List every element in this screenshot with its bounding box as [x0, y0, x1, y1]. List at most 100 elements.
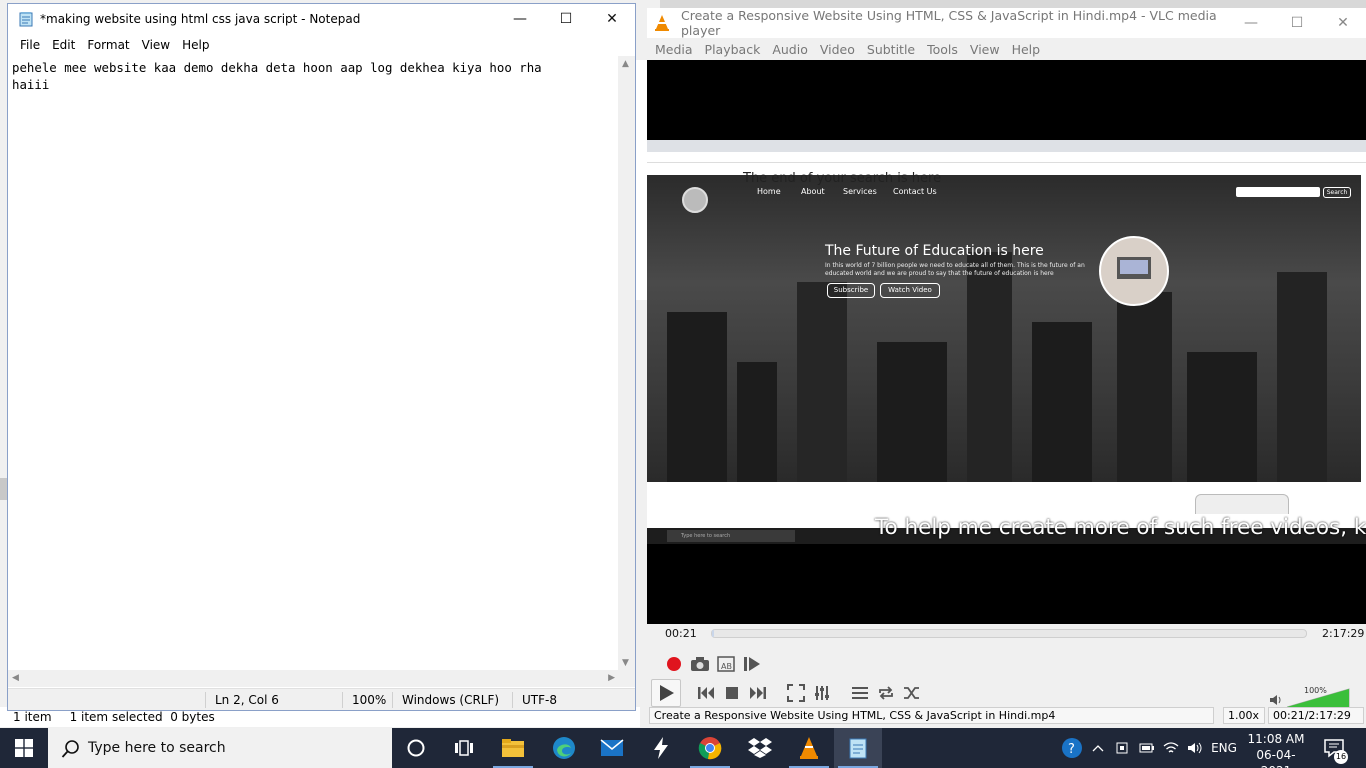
vlc-title: Create a Responsive Website Using HTML, …	[681, 8, 1217, 38]
menu-playback[interactable]: Playback	[699, 42, 767, 57]
taskbar-search-placeholder: Type here to search	[88, 740, 226, 756]
minimize-button[interactable]: —	[1228, 8, 1274, 38]
menu-format[interactable]: Format	[81, 38, 135, 52]
snapshot-camera-icon[interactable]	[688, 652, 712, 676]
scroll-left-icon[interactable]: ◀	[12, 673, 19, 683]
video-taskbar-search: Type here to search	[667, 530, 795, 542]
video-paragraph: In this world of 7 billion people we nee…	[825, 262, 1085, 277]
device-icon[interactable]	[1112, 728, 1132, 768]
mail-icon[interactable]	[588, 728, 636, 768]
seek-slider[interactable]	[711, 629, 1307, 638]
windows-logo-icon	[15, 739, 33, 757]
help-icon[interactable]: ?	[1058, 728, 1086, 768]
language-indicator[interactable]: ENG	[1206, 728, 1242, 768]
volume-slider[interactable]	[1286, 688, 1351, 708]
loop-icon[interactable]	[874, 680, 898, 706]
cursor-position: Ln 2, Col 6	[215, 693, 279, 707]
video-subtitle: To help me create more of such free vide…	[875, 515, 1366, 540]
elapsed-time: 00:21	[665, 627, 697, 640]
wifi-icon[interactable]	[1160, 728, 1182, 768]
vlc-controls: AB 100%	[647, 644, 1366, 708]
scroll-right-icon[interactable]: ▶	[608, 673, 615, 683]
notepad-app-icon	[18, 11, 34, 27]
playlist-icon[interactable]	[848, 680, 872, 706]
clock-date: 06-04-2021	[1256, 748, 1296, 768]
minimize-button[interactable]: —	[497, 4, 543, 34]
zoom-level: 100%	[352, 693, 387, 707]
vlc-taskbar-icon[interactable]	[785, 728, 833, 768]
background-window-edge	[636, 60, 647, 300]
notepad-titlebar[interactable]: *making website using html css java scri…	[8, 4, 635, 34]
status-divider	[342, 692, 343, 708]
dropbox-icon[interactable]	[736, 728, 784, 768]
scroll-up-icon[interactable]: ▲	[622, 59, 629, 69]
close-button[interactable]: ✕	[589, 4, 635, 34]
edge-browser-icon[interactable]	[540, 728, 588, 768]
laptop-icon	[1117, 257, 1151, 279]
windows-taskbar: Type here to search ? ENG 11:08 AM 06-04…	[0, 728, 1366, 768]
video-display[interactable]: Home About Services Contact Us Search Th…	[647, 60, 1366, 624]
file-explorer-icon[interactable]	[489, 728, 537, 768]
video-watch-button: Watch Video	[880, 283, 940, 298]
previous-icon[interactable]	[694, 680, 718, 706]
chrome-icon[interactable]	[686, 728, 734, 768]
maximize-button[interactable]: ☐	[1274, 8, 1320, 38]
menu-help[interactable]: Help	[176, 38, 215, 52]
fullscreen-icon[interactable]	[784, 680, 808, 706]
status-divider	[205, 692, 206, 708]
video-browser-urlbar	[647, 152, 1366, 163]
video-website-hero: Home About Services Contact Us Search Th…	[647, 175, 1361, 482]
play-button[interactable]	[651, 679, 681, 707]
record-button[interactable]	[662, 652, 686, 676]
speaker-icon[interactable]	[1184, 728, 1206, 768]
menu-subtitle[interactable]: Subtitle	[861, 42, 921, 57]
scroll-down-icon[interactable]: ▼	[622, 658, 629, 668]
explorer-selection-info: 1 item selected 0 bytes	[69, 710, 215, 724]
menu-audio[interactable]: Audio	[766, 42, 814, 57]
frame-step-icon[interactable]	[740, 652, 764, 676]
loop-ab-icon[interactable]: AB	[714, 652, 738, 676]
next-icon[interactable]	[746, 680, 770, 706]
show-hidden-icons-icon[interactable]	[1088, 728, 1108, 768]
vlc-cone-icon	[653, 14, 671, 32]
status-filename: Create a Responsive Website Using HTML, …	[649, 707, 1214, 724]
close-button[interactable]: ✕	[1320, 8, 1366, 38]
menu-file[interactable]: File	[14, 38, 46, 52]
notification-count-badge: 16	[1334, 750, 1348, 764]
status-time[interactable]: 00:21/2:17:29	[1268, 707, 1364, 724]
cortana-icon[interactable]	[392, 728, 440, 768]
menu-video[interactable]: Video	[814, 42, 861, 57]
start-button[interactable]	[0, 728, 48, 768]
vertical-scrollbar[interactable]: ▲ ▼	[618, 56, 635, 670]
scrollbar-corner	[618, 670, 635, 687]
notepad-taskbar-icon[interactable]	[834, 728, 882, 768]
horizontal-scrollbar[interactable]: ◀ ▶	[8, 670, 619, 687]
menu-edit[interactable]: Edit	[46, 38, 81, 52]
status-divider	[392, 692, 393, 708]
menu-view[interactable]: View	[964, 42, 1006, 57]
menu-tools[interactable]: Tools	[921, 42, 964, 57]
menu-view[interactable]: View	[136, 38, 176, 52]
search-icon	[61, 739, 81, 763]
task-view-icon[interactable]	[440, 728, 488, 768]
battery-icon[interactable]	[1136, 728, 1158, 768]
line-ending: Windows (CRLF)	[402, 693, 500, 707]
seek-area: 00:21 2:17:29	[647, 624, 1366, 644]
power-automate-icon[interactable]	[637, 728, 685, 768]
video-site-search	[1236, 187, 1320, 197]
notepad-text-area[interactable]: pehele mee website kaa demo dekha deta h…	[8, 56, 619, 670]
notepad-window: *making website using html css java scri…	[7, 3, 636, 711]
maximize-button[interactable]: ☐	[543, 4, 589, 34]
notepad-menu-bar: File Edit Format View Help	[8, 34, 635, 56]
stop-icon[interactable]	[720, 680, 744, 706]
taskbar-search-box[interactable]: Type here to search	[48, 728, 392, 768]
menu-help[interactable]: Help	[1006, 42, 1047, 57]
extended-settings-icon[interactable]	[810, 680, 834, 706]
playback-speed[interactable]: 1.00x	[1223, 707, 1265, 724]
shuffle-icon[interactable]	[900, 680, 924, 706]
vlc-titlebar[interactable]: Create a Responsive Website Using HTML, …	[647, 8, 1366, 38]
menu-media[interactable]: Media	[649, 42, 699, 57]
video-nav-home: Home	[757, 187, 781, 196]
vlc-status-bar: Create a Responsive Website Using HTML, …	[647, 706, 1366, 726]
system-clock[interactable]: 11:08 AM 06-04-2021	[1244, 731, 1308, 768]
